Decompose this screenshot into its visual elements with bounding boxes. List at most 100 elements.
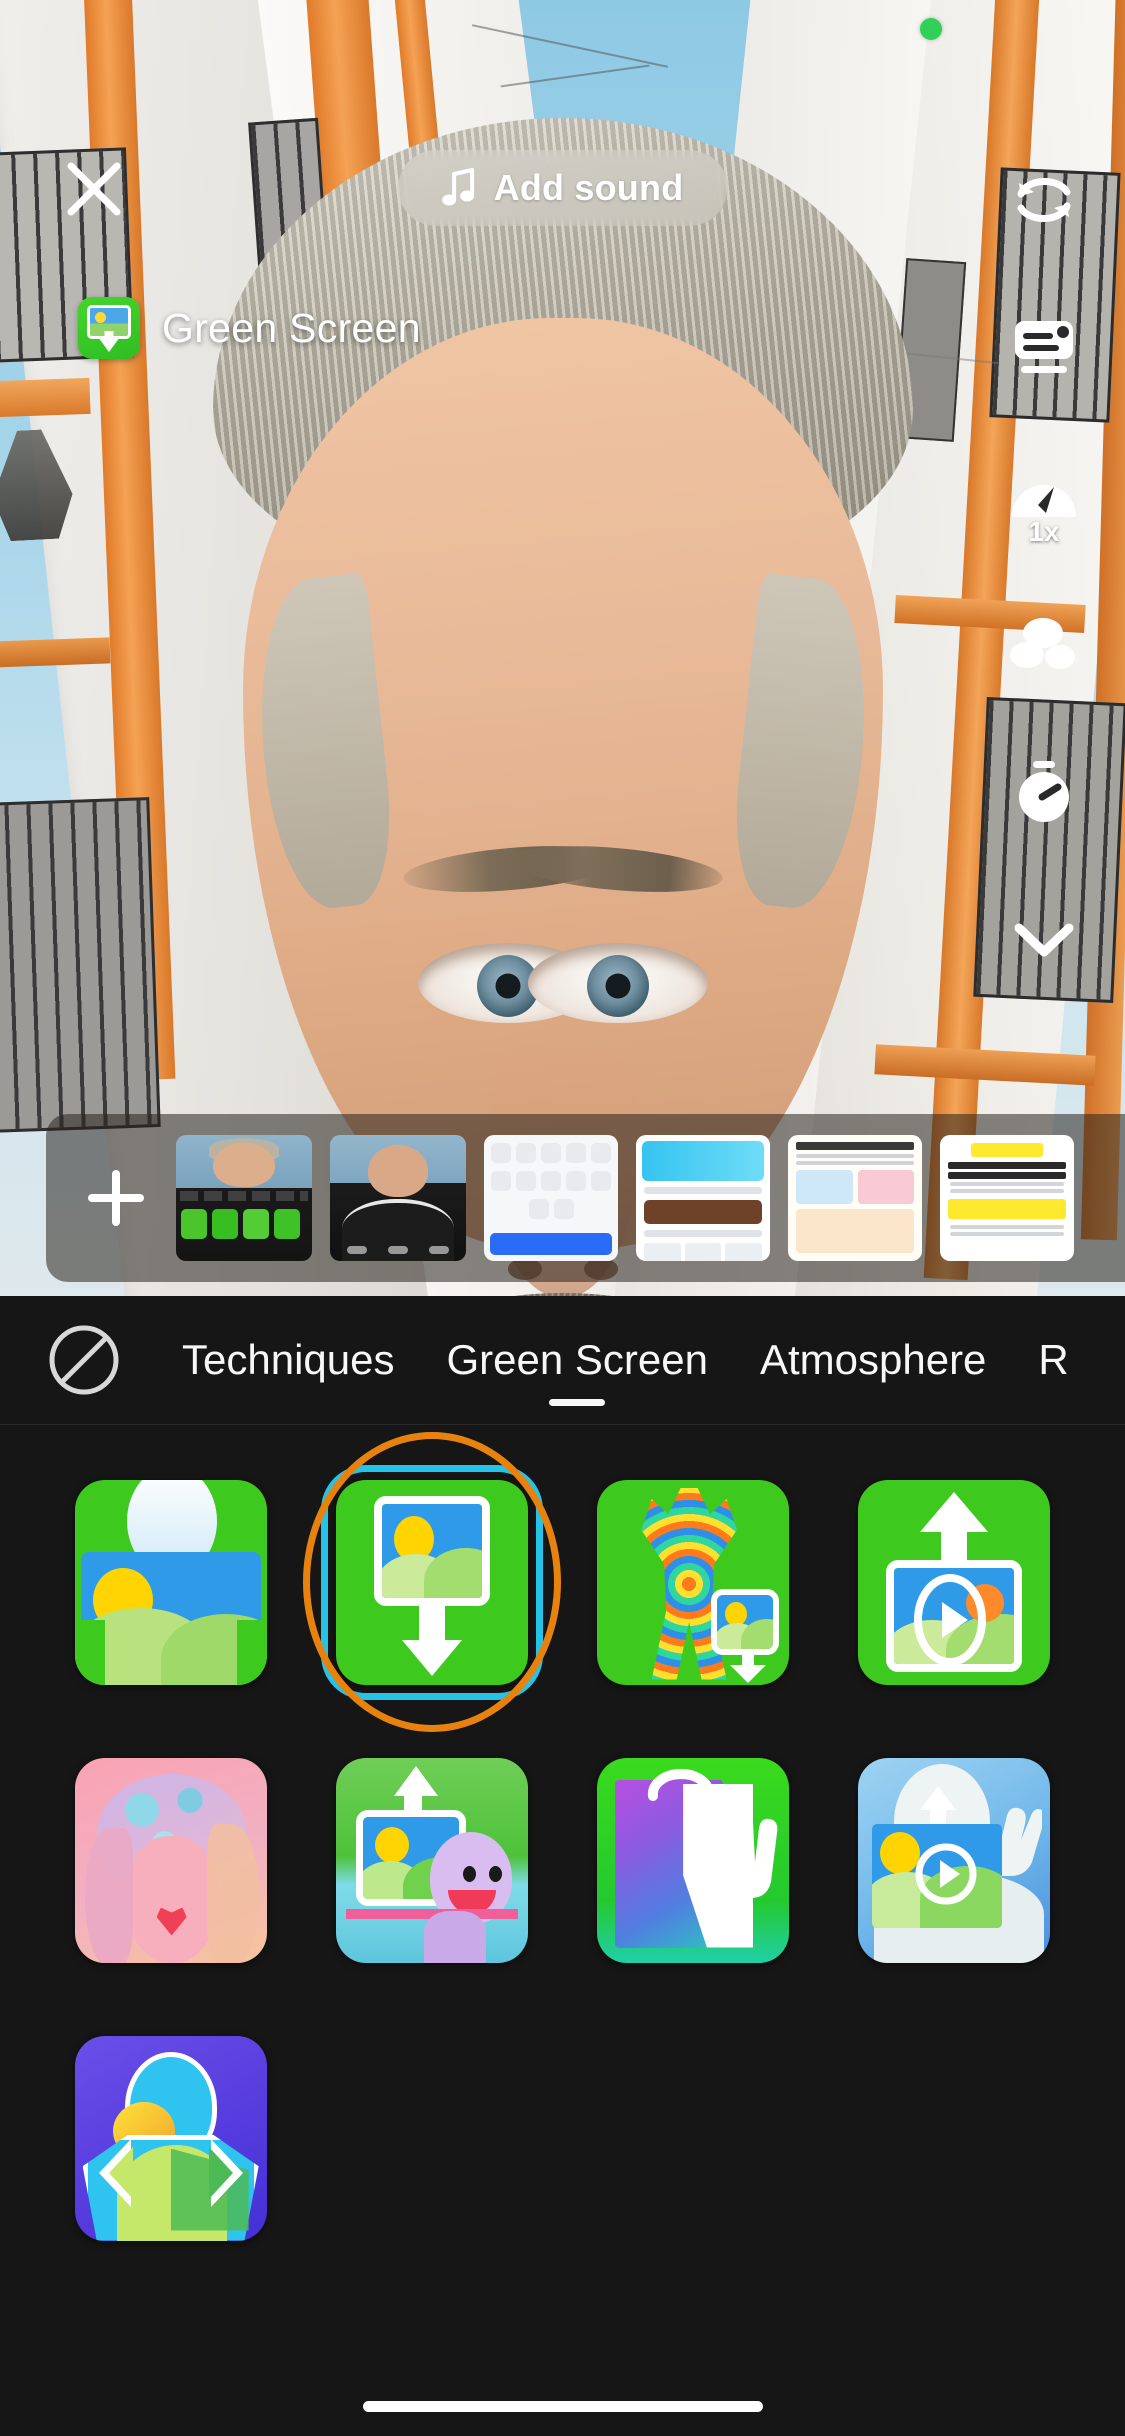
thumb-art — [644, 1200, 762, 1224]
effect-green-screen-outfit[interactable] — [597, 1479, 790, 1685]
thumb-art — [950, 1232, 1064, 1236]
tab-label: R — [1038, 1336, 1069, 1383]
thumb-art — [490, 1233, 612, 1255]
effect-cell[interactable] — [563, 1724, 824, 1996]
thumb-art — [796, 1209, 914, 1253]
play-circle-icon — [915, 1843, 977, 1904]
clear-effect-button[interactable] — [46, 1322, 122, 1398]
add-media-button[interactable] — [56, 1138, 176, 1258]
thumb-art — [796, 1170, 914, 1204]
effect-cell-selected[interactable] — [301, 1432, 562, 1732]
tab-label: Green Screen — [446, 1336, 708, 1383]
thumb-art — [950, 1225, 1064, 1229]
screen-root: Add sound Green Screen 1x Techniques Gre… — [0, 0, 1125, 2436]
camera-active-dot-icon — [920, 18, 942, 40]
effect-green-screen-duet-character[interactable] — [335, 1757, 528, 1963]
effect-dreamy-hair-pink[interactable] — [74, 1757, 267, 1963]
effect-cell[interactable] — [824, 1446, 1085, 1718]
plus-icon — [88, 1170, 144, 1226]
thumb-art — [484, 1143, 618, 1163]
active-effect-label: Green Screen — [162, 304, 421, 351]
teleprompter-icon — [1015, 321, 1073, 373]
effect-cell[interactable] — [824, 1724, 1085, 1996]
thumb-art — [971, 1143, 1043, 1157]
thumb-art — [948, 1172, 1066, 1179]
effect-green-screen-wipe-hand[interactable] — [597, 1757, 790, 1963]
thumb-art — [644, 1187, 762, 1194]
effect-green-screen-portrait[interactable] — [74, 1479, 267, 1685]
add-sound-button[interactable]: Add sound — [397, 150, 728, 226]
add-sound-label: Add sound — [493, 167, 684, 208]
close-icon — [67, 162, 121, 216]
tab-label: Atmosphere — [759, 1336, 987, 1383]
thumb-art — [644, 1230, 762, 1237]
effect-cell[interactable] — [40, 2002, 301, 2274]
flip-camera-icon — [1017, 177, 1071, 223]
tab-label: Techniques — [182, 1336, 395, 1383]
timer-button[interactable] — [994, 742, 1094, 842]
subject-hair-side — [725, 572, 880, 914]
teleprompter-button[interactable] — [994, 298, 1094, 398]
flip-camera-button[interactable] — [994, 150, 1094, 250]
play-circle-icon — [914, 1573, 987, 1666]
tab-techniques[interactable]: Techniques — [156, 1336, 420, 1384]
effect-cell[interactable] — [563, 1446, 824, 1718]
thumb-art — [796, 1142, 914, 1150]
thumb-art — [642, 1141, 764, 1181]
close-button[interactable] — [55, 150, 133, 228]
tab-green-screen[interactable]: Green Screen — [420, 1336, 733, 1406]
chevron-down-icon — [1014, 923, 1074, 957]
thumb-art — [950, 1182, 1064, 1186]
tab-atmosphere[interactable]: Atmosphere — [734, 1336, 1012, 1384]
building-trim — [0, 377, 91, 419]
thumb-art — [368, 1145, 428, 1197]
home-indicator — [362, 2401, 763, 2412]
thumb-art — [484, 1171, 618, 1191]
effect-green-screen-video-peace[interactable] — [858, 1757, 1051, 1963]
window-grille — [0, 797, 161, 1133]
effect-cell[interactable] — [40, 1724, 301, 1996]
media-thumbnail[interactable] — [484, 1135, 618, 1261]
effects-tab-bar[interactable]: Techniques Green Screen Atmosphere R — [0, 1296, 1125, 1424]
thumb-art — [796, 1161, 914, 1165]
media-thumbnail[interactable] — [176, 1135, 312, 1261]
camera-preview[interactable]: Add sound Green Screen 1x — [0, 0, 1125, 1296]
media-thumbnail[interactable] — [940, 1135, 1074, 1261]
effect-green-screen-video-up[interactable] — [858, 1479, 1051, 1685]
thumb-art — [181, 1209, 300, 1239]
effect-green-screen-photo-down[interactable] — [320, 1464, 543, 1700]
effect-green-screen-side-swap[interactable] — [74, 2035, 267, 2241]
thumb-art — [336, 1244, 460, 1255]
tab-next-partial[interactable]: R — [1012, 1336, 1094, 1384]
subject-pupil — [495, 973, 520, 999]
thumb-art — [180, 1191, 308, 1201]
thumb-art — [796, 1154, 914, 1158]
media-thumbnail[interactable] — [636, 1135, 770, 1261]
panel-divider — [0, 1424, 1125, 1425]
media-thumbnail[interactable] — [330, 1135, 466, 1261]
speed-button[interactable]: 1x — [994, 446, 1094, 547]
active-tab-indicator — [549, 1399, 606, 1406]
speed-value-label: 1x — [1028, 516, 1060, 547]
building-trim — [0, 637, 111, 669]
timer-icon — [1019, 761, 1069, 822]
effects-panel: Techniques Green Screen Atmosphere R — [0, 1296, 1125, 2436]
subject-iris — [586, 955, 649, 1017]
arrow-head — [98, 337, 120, 352]
media-strip[interactable] — [46, 1114, 1125, 1282]
media-thumbnail[interactable] — [788, 1135, 922, 1261]
subject-pupil — [605, 973, 630, 999]
camera-right-rail: 1x — [989, 150, 1099, 990]
hand-icon — [714, 1809, 778, 1898]
more-options-button[interactable] — [994, 890, 1094, 990]
effect-cell[interactable] — [40, 1446, 301, 1718]
effect-cell[interactable] — [301, 1724, 562, 1996]
thumb-art — [950, 1189, 1064, 1193]
thumb-art — [948, 1162, 1066, 1169]
enhance-button[interactable] — [994, 594, 1094, 694]
green-screen-photo-down-icon — [78, 297, 140, 359]
thumb-art — [948, 1199, 1066, 1219]
thumb-art — [644, 1243, 763, 1261]
subject-hair-side — [245, 572, 400, 914]
active-effect-badge[interactable]: Green Screen — [78, 297, 421, 359]
